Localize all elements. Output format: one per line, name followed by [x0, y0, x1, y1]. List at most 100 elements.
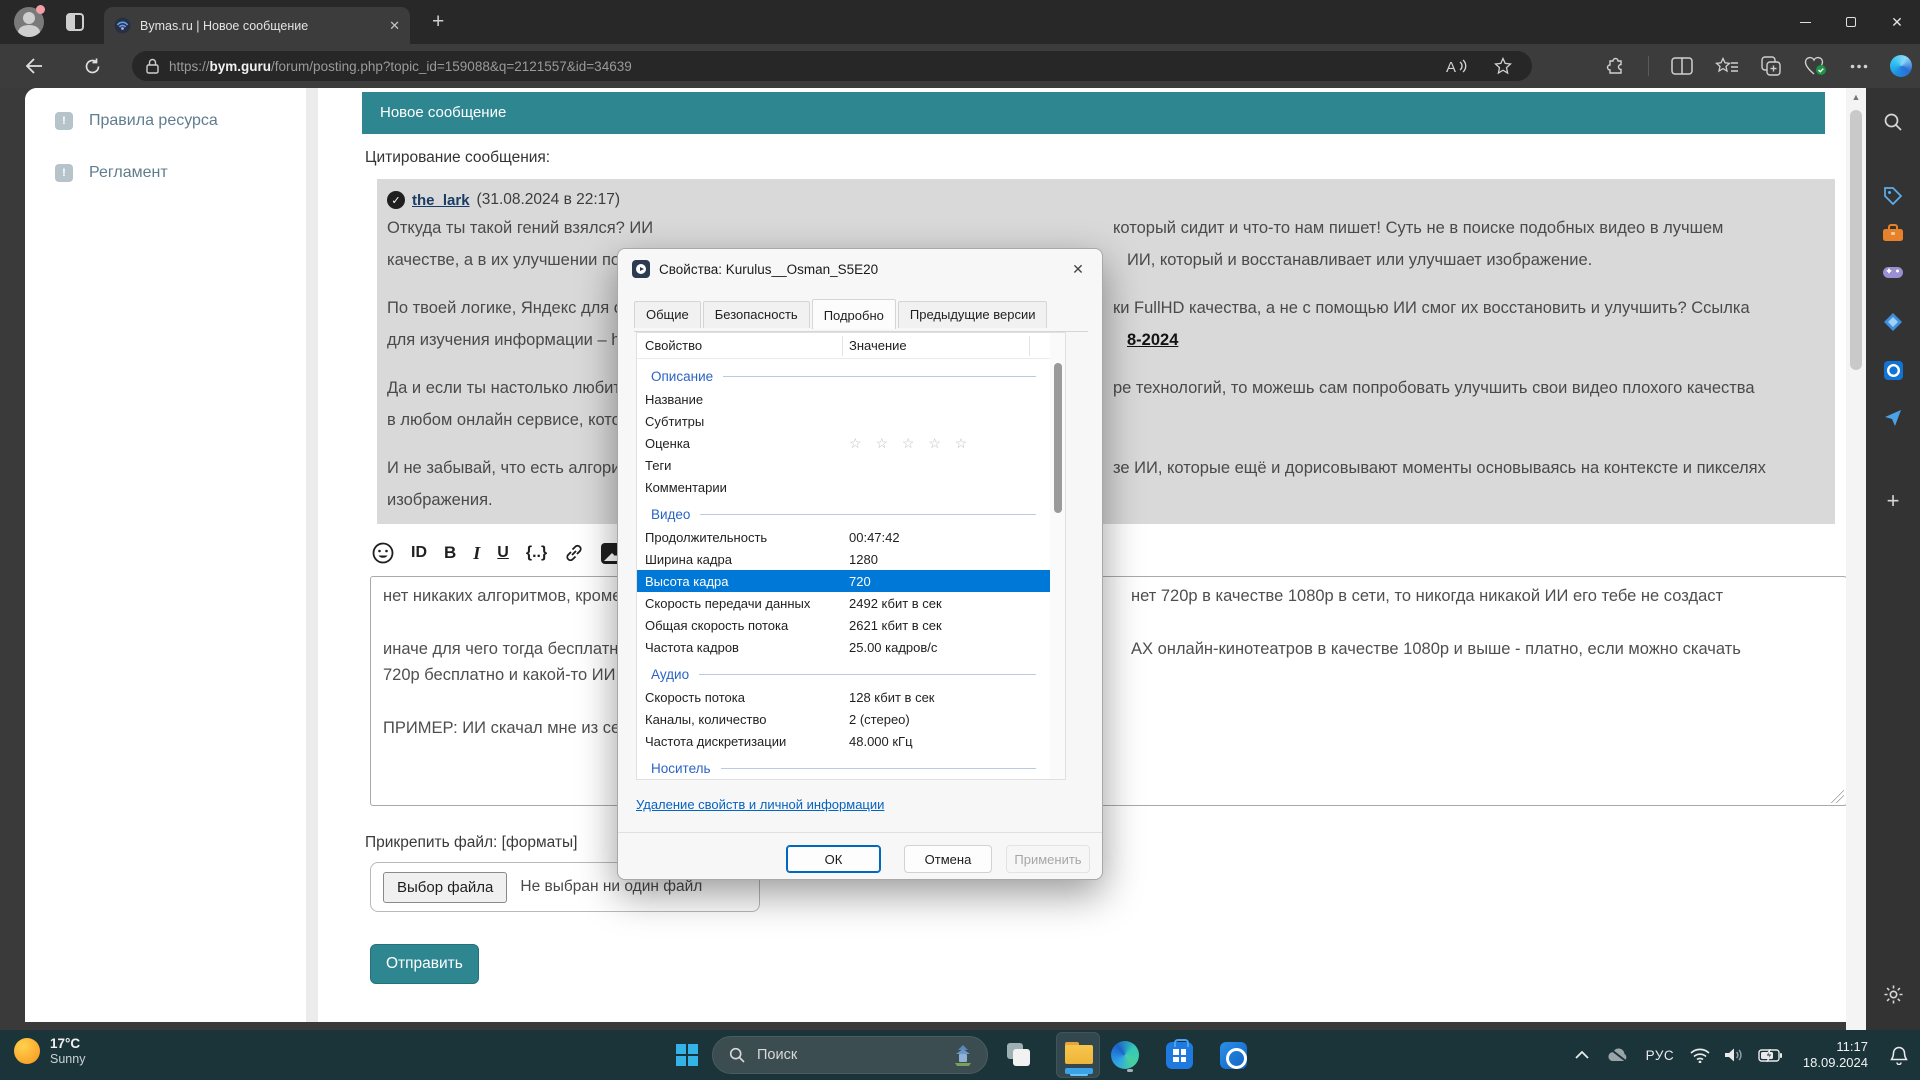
copilot-icon[interactable]	[1890, 55, 1912, 77]
browser-essentials-icon[interactable]	[1804, 56, 1828, 77]
property-row[interactable]: Теги	[637, 454, 1050, 476]
sidebar-shopping-tag-icon[interactable]	[1866, 186, 1920, 206]
formats-link[interactable]: [форматы]	[502, 834, 578, 851]
store-taskbar-button[interactable]	[1162, 1038, 1196, 1072]
address-bar[interactable]: https://bym.guru/forum/posting.php?topic…	[132, 51, 1532, 81]
scroll-up-icon[interactable]: ▲	[1846, 92, 1866, 102]
sidebar-item[interactable]: !Правила ресурса	[25, 102, 306, 140]
browser-tab[interactable]: Bymas.ru | Новое сообщение ✕	[104, 7, 410, 44]
maximize-button[interactable]	[1828, 0, 1874, 44]
clock[interactable]: 11:17 18.09.2024	[1803, 1039, 1868, 1071]
property-row[interactable]: Продолжительность00:47:42	[637, 526, 1050, 548]
dialog-titlebar[interactable]: Свойства: Kurulus__Osman_S5E20	[618, 249, 1102, 289]
outlook-taskbar-button[interactable]	[1216, 1038, 1250, 1072]
quote-line: изображения.	[387, 491, 493, 510]
file-status-text: Не выбран ни один файл	[520, 878, 702, 896]
dialog-tab[interactable]: Предыдущие версии	[898, 301, 1048, 328]
scrollbar-thumb[interactable]	[1850, 110, 1862, 370]
tab-close-icon[interactable]: ✕	[389, 18, 400, 34]
ok-button[interactable]: ОК	[786, 845, 881, 873]
sidebar-games-icon[interactable]	[1866, 264, 1920, 280]
textarea-resize-handle[interactable]	[1830, 789, 1844, 803]
property-row[interactable]: Высота кадра720	[637, 570, 1050, 592]
property-row[interactable]: Название	[637, 388, 1050, 410]
code-button[interactable]: {..}	[526, 544, 547, 562]
close-button[interactable]: ✕	[1874, 0, 1920, 44]
dialog-close-icon[interactable]: ✕	[1068, 259, 1088, 279]
emoji-icon[interactable]	[372, 542, 394, 564]
tab-actions-icon[interactable]	[66, 13, 84, 31]
cancel-button[interactable]: Отмена	[904, 845, 992, 873]
favorites-bar-icon[interactable]	[1715, 57, 1739, 76]
message-line: АХ онлайн-кинотеатров в качестве 1080p и…	[1131, 640, 1741, 659]
submit-button[interactable]: Отправить	[370, 944, 479, 984]
favorite-star-icon[interactable]	[1494, 57, 1512, 75]
edge-sidebar: +	[1866, 88, 1920, 1030]
property-row[interactable]: Субтитры	[637, 410, 1050, 432]
quote-line: ки FullHD качества, а не с помощью ИИ см…	[1113, 299, 1750, 318]
quote-line: ИИ, который и восстанавливает или улучша…	[1127, 251, 1592, 270]
property-row[interactable]: Частота кадров25.00 кадров/с	[637, 636, 1050, 658]
property-row[interactable]: Каналы, количество2 (стерео)	[637, 708, 1050, 730]
dialog-tab[interactable]: Безопасность	[703, 301, 810, 328]
back-icon[interactable]	[16, 44, 52, 88]
dialog-tab[interactable]: Подробно	[812, 299, 896, 329]
volume-icon[interactable]	[1717, 1047, 1751, 1063]
message-textarea[interactable]: нет никаких алгоритмов, кроме нет 720p в…	[370, 576, 1846, 806]
sidebar-item[interactable]: !Регламент	[25, 154, 306, 192]
tray-chevron-icon[interactable]	[1565, 1051, 1599, 1059]
start-button[interactable]	[676, 1044, 698, 1066]
underline-button[interactable]: U	[497, 544, 509, 562]
choose-file-button[interactable]: Выбор файла	[383, 872, 507, 903]
new-tab-button[interactable]: +	[432, 10, 444, 34]
refresh-icon[interactable]	[74, 44, 110, 88]
page-scrollbar[interactable]: ▲	[1846, 88, 1866, 1030]
list-scrollbar[interactable]	[1050, 333, 1065, 779]
lock-icon	[146, 58, 159, 74]
sidebar-settings-gear-icon[interactable]	[1866, 984, 1920, 1005]
quote-link-fragment[interactable]: 8-2024	[1127, 331, 1178, 350]
property-row[interactable]: Частота дискретизации48.000 кГц	[637, 730, 1050, 752]
italic-button[interactable]: I	[473, 543, 480, 564]
toolbar-divider	[1648, 56, 1649, 76]
property-row[interactable]: Скорость потока128 кбит в сек	[637, 686, 1050, 708]
wifi-icon[interactable]	[1683, 1048, 1717, 1063]
minimize-button[interactable]	[1782, 0, 1828, 44]
quote-author-link[interactable]: the_lark	[412, 192, 470, 209]
taskbar-search[interactable]: Поиск	[712, 1036, 988, 1074]
file-explorer-button[interactable]	[1056, 1032, 1100, 1078]
property-row[interactable]: Ширина кадра1280	[637, 548, 1050, 570]
sidebar-add-icon[interactable]: +	[1866, 488, 1920, 514]
language-indicator[interactable]: РУС	[1637, 1048, 1683, 1063]
weather-widget[interactable]: 17°C Sunny	[14, 1035, 85, 1067]
sidebar-drop-icon[interactable]	[1866, 408, 1920, 428]
task-view-button[interactable]	[1002, 1038, 1036, 1072]
quote-line: для изучения информации – h	[387, 331, 620, 350]
column-property: Свойство	[645, 338, 702, 353]
property-row[interactable]: Оценка☆ ☆ ☆ ☆ ☆	[637, 432, 1050, 454]
collections-icon[interactable]	[1761, 56, 1782, 76]
quote-date: (31.08.2024 в 22:17)	[477, 191, 621, 209]
bold-button[interactable]: B	[444, 543, 456, 563]
id-format-button[interactable]: ID	[411, 544, 427, 562]
edge-taskbar-button[interactable]	[1108, 1038, 1142, 1072]
link-button[interactable]	[564, 543, 584, 563]
property-row[interactable]: Комментарии	[637, 476, 1050, 498]
notification-bell-icon[interactable]	[1878, 1046, 1920, 1065]
sidebar-outlook-icon[interactable]	[1866, 360, 1920, 381]
battery-icon[interactable]	[1751, 1049, 1789, 1062]
extensions-icon[interactable]	[1606, 56, 1626, 76]
property-row[interactable]: Скорость передачи данных2492 кбит в сек	[637, 592, 1050, 614]
remove-properties-link[interactable]: Удаление свойств и личной информации	[636, 797, 884, 812]
read-aloud-icon[interactable]: A	[1446, 58, 1468, 74]
split-screen-icon[interactable]	[1671, 57, 1693, 75]
sidebar-toolbox-icon[interactable]	[1866, 224, 1920, 242]
property-row[interactable]: Общая скорость потока2621 кбит в сек	[637, 614, 1050, 636]
sidebar-search-icon[interactable]	[1866, 112, 1920, 132]
dialog-tab[interactable]: Общие	[634, 301, 701, 328]
list-scrollbar-thumb[interactable]	[1054, 363, 1062, 513]
more-menu-icon[interactable]	[1850, 64, 1868, 69]
sidebar-m365-icon[interactable]	[1866, 312, 1920, 332]
onedrive-icon[interactable]	[1599, 1047, 1637, 1063]
message-line: ПРИМЕР: ИИ скачал мне из сет	[383, 719, 627, 738]
